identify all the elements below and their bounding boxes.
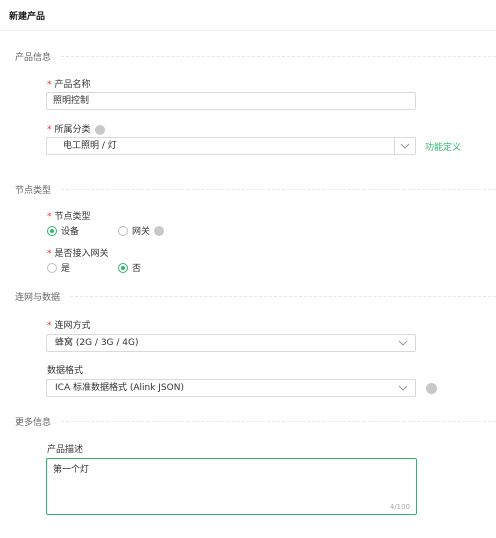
radio-gateway[interactable]: 网关 xyxy=(118,224,165,237)
gateway-access-label-text: 是否接入网关 xyxy=(54,249,109,259)
function-definition-link[interactable]: 功能定义 xyxy=(425,140,461,153)
section-title: 更多信息 xyxy=(15,418,52,428)
required-mark: * xyxy=(47,321,52,331)
description-label: 产品描述 xyxy=(47,445,84,455)
category-select[interactable]: 电工照明 / 灯 xyxy=(46,137,416,155)
section-divider xyxy=(61,421,496,422)
data-format-label: 数据格式 xyxy=(47,366,84,376)
description-value: 第一个灯 xyxy=(53,465,90,475)
radio-label: 设备 xyxy=(61,227,80,237)
help-dot-icon[interactable] xyxy=(94,124,105,135)
gateway-access-label: * 是否接入网关 xyxy=(47,246,109,259)
section-title: 节点类型 xyxy=(15,186,52,196)
section-product-info: 产品信息 xyxy=(15,50,496,63)
radio-no[interactable]: 否 xyxy=(118,261,141,274)
required-mark: * xyxy=(47,249,52,259)
network-method-value: 蜂窝 (2G / 3G / 4G) xyxy=(55,338,139,348)
radio-device[interactable]: 设备 xyxy=(47,224,79,237)
section-title: 连网与数据 xyxy=(15,293,61,303)
product-name-input[interactable]: 照明控制 xyxy=(46,92,416,110)
help-dot-icon[interactable] xyxy=(426,383,437,394)
data-format-select[interactable]: ICA 标准数据格式 (Alink JSON) xyxy=(46,379,416,397)
required-mark: * xyxy=(47,212,52,222)
network-method-label-text: 连网方式 xyxy=(54,321,91,331)
category-value: 电工照明 / 灯 xyxy=(63,141,117,151)
network-method-label: * 连网方式 xyxy=(47,318,91,331)
char-counter: 4/100 xyxy=(389,503,410,511)
category-label-text: 所属分类 xyxy=(54,125,91,135)
section-divider xyxy=(61,56,496,57)
network-method-select[interactable]: 蜂窝 (2G / 3G / 4G) xyxy=(46,334,416,352)
node-type-label-text: 节点类型 xyxy=(54,212,91,222)
radio-label: 网关 xyxy=(132,227,151,237)
section-network-data: 连网与数据 xyxy=(15,290,496,303)
page-title: 新建产品 xyxy=(9,12,46,22)
radio-unchecked-icon xyxy=(47,262,57,273)
description-textarea[interactable]: 第一个灯 4/100 xyxy=(46,458,417,515)
data-format-value: ICA 标准数据格式 (Alink JSON) xyxy=(55,383,184,393)
section-divider xyxy=(70,296,496,297)
radio-checked-icon xyxy=(118,262,128,273)
product-name-value: 照明控制 xyxy=(53,96,90,106)
radio-label: 否 xyxy=(132,264,142,274)
chevron-down-icon xyxy=(398,340,408,346)
section-title: 产品信息 xyxy=(15,53,52,63)
chevron-down-icon xyxy=(400,143,410,149)
chevron-down-icon xyxy=(398,385,408,391)
help-dot-icon[interactable] xyxy=(154,225,165,236)
required-mark: * xyxy=(47,80,52,90)
section-divider xyxy=(61,189,496,190)
radio-checked-icon xyxy=(47,225,57,236)
title-divider xyxy=(0,30,496,31)
radio-unchecked-icon xyxy=(118,225,128,236)
category-label: * 所属分类 xyxy=(47,122,105,135)
section-more-info: 更多信息 xyxy=(15,415,496,428)
section-node-type: 节点类型 xyxy=(15,183,496,196)
required-mark: * xyxy=(47,125,52,135)
product-name-label: * 产品名称 xyxy=(47,77,91,90)
product-name-label-text: 产品名称 xyxy=(54,80,91,90)
radio-label: 是 xyxy=(61,264,71,274)
node-type-label: * 节点类型 xyxy=(47,209,91,222)
radio-yes[interactable]: 是 xyxy=(47,261,70,274)
